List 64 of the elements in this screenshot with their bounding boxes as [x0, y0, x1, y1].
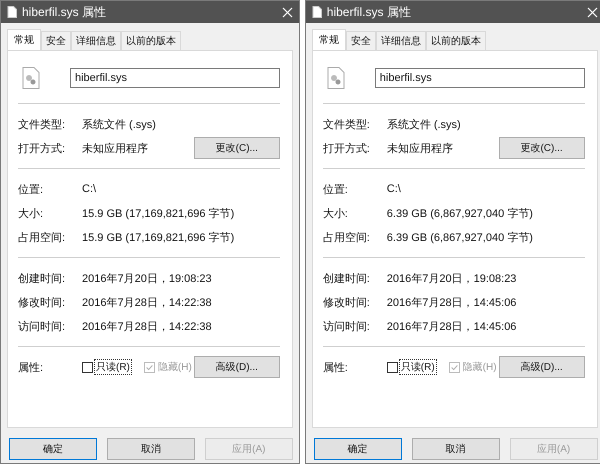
checkbox[interactable] [82, 362, 93, 372]
close-icon[interactable] [586, 6, 598, 18]
property-value: 2016年7月20日，19:08:23 [82, 272, 213, 286]
property-label: 打开方式: [18, 142, 66, 156]
property-value: 未知应用程序 [386, 142, 454, 156]
property-label: 文件类型: [322, 118, 371, 132]
property-label: 文件类型: [18, 118, 66, 132]
tab[interactable]: 详细信息 [71, 31, 121, 50]
file-name-field[interactable]: hiberfil.sys [374, 68, 585, 88]
window-title: hiberfil.sys 属性 [22, 4, 108, 20]
system-file-icon [22, 67, 40, 89]
property-label: 修改时间: [18, 296, 66, 310]
property-value: 系统文件 (.sys) [386, 118, 462, 132]
property-label: 修改时间: [322, 296, 371, 310]
property-value: 2016年7月28日，14:45:06 [386, 320, 518, 334]
property-label: 位置: [322, 182, 349, 196]
property-label: 大小: [322, 206, 349, 220]
advanced-button[interactable]: 高级(D)... [498, 356, 585, 378]
property-label: 访问时间: [322, 320, 371, 334]
property-value: 15.9 GB (17,169,821,696 字节) [82, 206, 236, 220]
property-value: C:\ [386, 183, 402, 195]
dialog-button[interactable]: 取消 [106, 438, 195, 460]
advanced-button[interactable]: 高级(D)... [194, 356, 280, 378]
property-label: 创建时间: [18, 272, 66, 286]
tab[interactable]: 安全 [41, 31, 71, 50]
window-title: hiberfil.sys 属性 [326, 4, 412, 20]
dialog-button[interactable]: 确定 [8, 438, 97, 460]
tab[interactable]: 常规 [7, 29, 41, 50]
file-icon [7, 6, 17, 18]
property-value: 2016年7月28日，14:45:06 [386, 296, 518, 310]
property-value: 6.39 GB (6,867,927,040 字节) [386, 206, 534, 220]
tab[interactable]: 以前的版本 [121, 31, 181, 50]
property-label: 属性: [18, 360, 44, 374]
tab[interactable]: 以前的版本 [426, 31, 486, 50]
property-value: 2016年7月28日，14:22:38 [82, 320, 213, 334]
system-file-icon [326, 67, 345, 89]
property-label: 占用空间: [322, 230, 371, 244]
property-value: 系统文件 (.sys) [82, 118, 157, 132]
checkbox-label[interactable]: 只读(R) [398, 359, 437, 375]
property-value: 未知应用程序 [82, 142, 149, 156]
tab[interactable]: 详细信息 [376, 31, 426, 50]
checkbox[interactable] [386, 362, 398, 372]
checkbox-label[interactable]: 只读(R) [94, 359, 132, 375]
property-value: 15.9 GB (17,169,821,696 字节) [82, 230, 236, 244]
file-name-field[interactable]: hiberfil.sys [70, 68, 280, 88]
property-value: 2016年7月20日，19:08:23 [386, 272, 518, 286]
property-label: 位置: [18, 182, 44, 196]
change-button[interactable]: 更改(C)... [194, 137, 280, 159]
property-value: C:\ [82, 183, 98, 195]
tab[interactable]: 安全 [346, 31, 376, 50]
property-value: 2016年7月28日，14:22:38 [82, 296, 213, 310]
property-value: 6.39 GB (6,867,927,040 字节) [386, 230, 534, 244]
file-icon [312, 6, 322, 18]
dialog-button[interactable]: 确定 [314, 438, 402, 460]
close-icon[interactable] [282, 6, 293, 18]
property-label: 创建时间: [322, 272, 371, 286]
property-label: 属性: [322, 360, 349, 374]
dialog-button[interactable]: 取消 [412, 438, 500, 460]
property-label: 占用空间: [18, 230, 66, 244]
property-label: 打开方式: [322, 142, 371, 156]
property-label: 大小: [18, 206, 44, 220]
tab[interactable]: 常规 [312, 29, 346, 50]
change-button[interactable]: 更改(C)... [498, 137, 585, 159]
property-label: 访问时间: [18, 320, 66, 334]
